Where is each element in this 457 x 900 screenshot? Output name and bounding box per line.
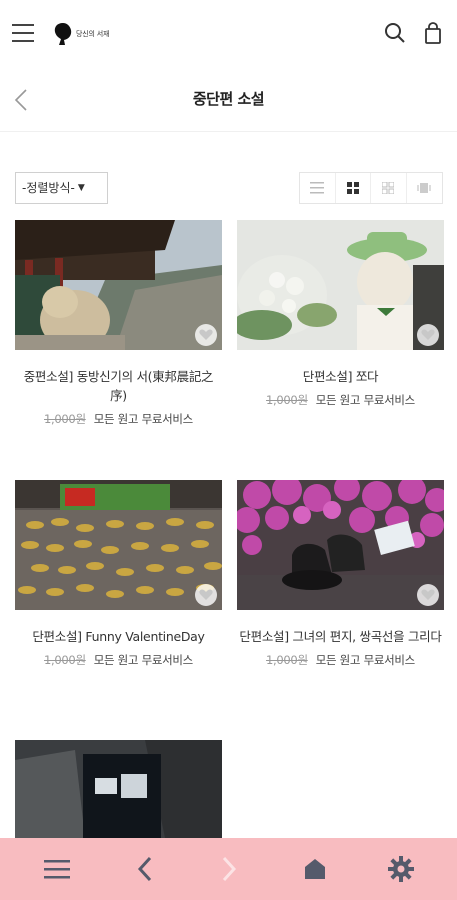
forward-icon[interactable]	[214, 854, 244, 884]
price-note: 모든 원고 무료서비스	[93, 412, 194, 426]
gallery-view-icon[interactable]	[407, 173, 442, 203]
product-name[interactable]: 단편소설] 쪼다	[237, 367, 444, 386]
original-price: 1,000원	[44, 412, 86, 426]
product-image[interactable]	[15, 220, 222, 350]
shopping-bag-icon[interactable]	[424, 22, 442, 48]
sort-label: -정렬방식-	[22, 181, 75, 195]
original-price: 1,000원	[266, 653, 308, 667]
product-name[interactable]: 중편소설] 동방신기의 서(東邦晨記之 序)	[15, 367, 222, 405]
list-view-icon[interactable]	[300, 173, 336, 203]
price-note: 모든 원고 무료서비스	[315, 653, 416, 667]
page-title: 중단편 소설	[192, 90, 265, 108]
listing-toolbar: -정렬방식- ▼	[0, 170, 457, 206]
category-title-bar: 중단편 소설	[0, 68, 457, 132]
price-note: 모든 원고 무료서비스	[93, 653, 194, 667]
grid-4-view-icon[interactable]	[371, 173, 407, 203]
top-header: 당신의 서재	[0, 0, 457, 68]
product-image[interactable]	[15, 480, 222, 610]
product-price-row: 1,000원 모든 원고 무료서비스	[237, 652, 444, 668]
grid-2-view-icon[interactable]	[336, 173, 371, 203]
wishlist-heart-icon[interactable]	[417, 324, 439, 346]
logo[interactable]: 당신의 서재	[52, 22, 109, 46]
product-card[interactable]: 단편소설] 그녀의 편지, 쌍곡선을 그리다 1,000원 모든 원고 무료서비스	[237, 480, 444, 668]
product-card[interactable]: 중편소설] 동방신기의 서(東邦晨記之 序) 1,000원 모든 원고 무료서비스	[15, 220, 222, 427]
bottom-nav	[0, 838, 457, 900]
search-icon[interactable]	[384, 22, 406, 48]
product-name[interactable]: 단편소설] Funny ValentineDay	[15, 627, 222, 646]
price-note: 모든 원고 무료서비스	[315, 393, 416, 407]
wishlist-heart-icon[interactable]	[417, 584, 439, 606]
product-card[interactable]: 단편소설] Funny ValentineDay 1,000원 모든 원고 무료서…	[15, 480, 222, 668]
sort-select[interactable]: -정렬방식- ▼	[15, 172, 108, 204]
back-icon[interactable]	[130, 854, 160, 884]
product-name[interactable]: 단편소설] 그녀의 편지, 쌍곡선을 그리다	[237, 627, 444, 646]
menu-icon[interactable]	[42, 854, 72, 884]
caret-down-icon: ▼	[77, 183, 85, 193]
product-price-row: 1,000원 모든 원고 무료서비스	[15, 411, 222, 427]
product-price-row: 1,000원 모든 원고 무료서비스	[15, 652, 222, 668]
original-price: 1,000원	[266, 393, 308, 407]
product-price-row: 1,000원 모든 원고 무료서비스	[237, 392, 444, 408]
wishlist-heart-icon[interactable]	[195, 324, 217, 346]
hamburger-icon[interactable]	[12, 24, 34, 44]
product-image[interactable]	[237, 220, 444, 350]
product-image[interactable]	[15, 740, 222, 838]
product-image[interactable]	[237, 480, 444, 610]
logo-silhouette-icon	[54, 23, 72, 45]
product-card[interactable]	[15, 740, 222, 838]
home-icon[interactable]	[300, 854, 330, 884]
settings-icon[interactable]	[386, 854, 416, 884]
logo-text: 당신의 서재	[76, 30, 110, 38]
product-card[interactable]: 단편소설] 쪼다 1,000원 모든 원고 무료서비스	[237, 220, 444, 408]
original-price: 1,000원	[44, 653, 86, 667]
wishlist-heart-icon[interactable]	[195, 584, 217, 606]
view-mode-group	[299, 172, 443, 204]
